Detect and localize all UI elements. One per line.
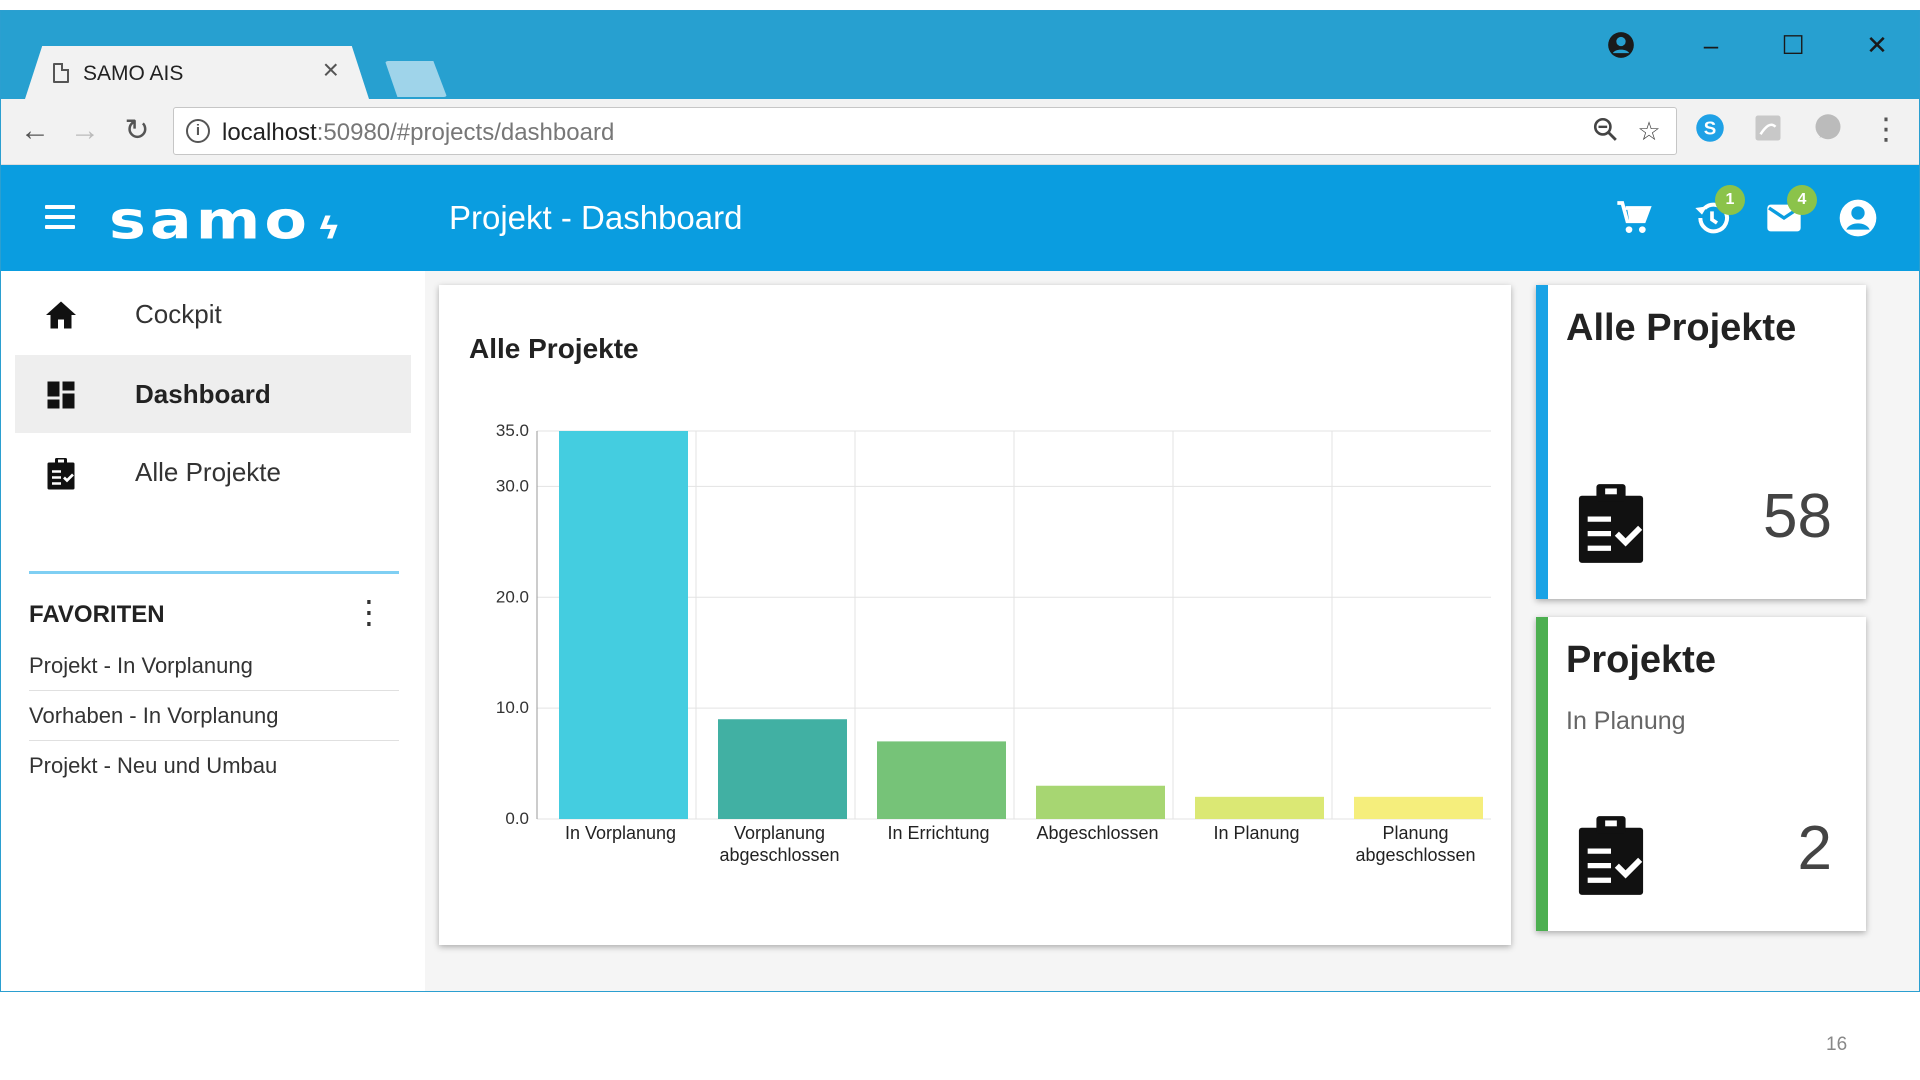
- cart-icon[interactable]: [1611, 195, 1657, 241]
- y-tick-label: 35.0: [496, 421, 529, 440]
- clipboard-icon: [1576, 813, 1646, 895]
- favorite-item[interactable]: Projekt - Neu und Umbau: [29, 741, 399, 791]
- sidebar-item-cockpit[interactable]: Cockpit: [15, 275, 411, 353]
- maximize-button[interactable]: ☐: [1765, 25, 1821, 65]
- card-subtitle: In Planung: [1566, 707, 1686, 735]
- sidebar-item-label: Alle Projekte: [135, 457, 281, 487]
- svg-text:S: S: [1704, 117, 1717, 138]
- logo-text: samo: [109, 189, 311, 252]
- x-category-label: abgeschlossen: [1355, 845, 1475, 865]
- favorites-title: FAVORITEN: [29, 601, 165, 628]
- info-icon[interactable]: i: [186, 119, 210, 143]
- clipboard-icon: [43, 455, 79, 491]
- y-tick-label: 20.0: [496, 587, 529, 606]
- favorite-item[interactable]: Vorhaben - In Vorplanung: [29, 691, 399, 741]
- x-category-label: In Vorplanung: [565, 823, 676, 843]
- chart-bar: [1195, 796, 1324, 819]
- document-icon: [53, 63, 69, 83]
- sidebar-item-label: Dashboard: [135, 379, 271, 409]
- history-badge: 1: [1715, 185, 1745, 215]
- browser-toolbar: ← → ↻ i localhost:50980/#projects/dashbo…: [1, 99, 1919, 165]
- new-tab-button[interactable]: [385, 61, 447, 97]
- browser-window: SAMO AIS × – ☐ ✕ ← → ↻ i localhost:50980…: [0, 10, 1920, 992]
- page-title: Projekt - Dashboard: [449, 199, 743, 236]
- mail-badge: 4: [1787, 185, 1817, 215]
- x-category-label: In Errichtung: [887, 823, 989, 843]
- star-icon[interactable]: ☆: [1634, 116, 1664, 147]
- zoom-icon[interactable]: [1590, 116, 1620, 149]
- card-stripe: [1536, 617, 1548, 931]
- clipboard-icon: [1576, 481, 1646, 563]
- mail-icon[interactable]: 4: [1761, 185, 1817, 241]
- home-icon: [43, 297, 79, 333]
- main-content: Alle Projekte 0.0 10.0 20.0 30.0 35.0 In Vorp…: [425, 271, 1919, 991]
- y-tick-label: 10.0: [496, 698, 529, 717]
- pdf-extension-icon[interactable]: [1751, 113, 1785, 147]
- sidebar: Cockpit Dashboard Alle Projekte FAVORITE…: [1, 271, 425, 991]
- chart-bar: [1036, 785, 1165, 819]
- skype-icon[interactable]: S: [1693, 113, 1727, 147]
- y-tick-label: 0.0: [505, 809, 529, 828]
- browser-titlebar: SAMO AIS × – ☐ ✕: [1, 11, 1919, 99]
- minimize-button[interactable]: –: [1683, 25, 1739, 65]
- chart-bar: [718, 719, 847, 819]
- close-window-button[interactable]: ✕: [1849, 25, 1905, 65]
- bar-chart: 0.0 10.0 20.0 30.0 35.0 In Vorplanung Vorplanu…: [496, 421, 1491, 865]
- x-category-label: Abgeschlossen: [1036, 823, 1158, 843]
- x-category-label: In Planung: [1213, 823, 1299, 843]
- logo-bolt-icon: ϟ: [316, 211, 345, 247]
- url-text[interactable]: localhost:50980/#projects/dashboard: [222, 119, 614, 147]
- sidebar-item-label: Cockpit: [135, 299, 222, 329]
- chart-card: Alle Projekte 0.0 10.0 20.0 30.0 35.0 In Vorp…: [439, 285, 1511, 945]
- card-value: 58: [1763, 482, 1832, 551]
- url-host: localhost: [222, 119, 317, 146]
- chart-bar: [559, 431, 688, 819]
- dashboard-icon: [43, 377, 79, 413]
- screenshot-root: SAMO AIS × – ☐ ✕ ← → ↻ i localhost:50980…: [0, 0, 1920, 1080]
- card-stripe: [1536, 285, 1548, 599]
- tab-title: SAMO AIS: [83, 62, 184, 85]
- forward-arrow-icon[interactable]: →: [65, 111, 105, 151]
- chat-extension-icon[interactable]: [1811, 113, 1845, 147]
- x-category-label: abgeschlossen: [719, 845, 839, 865]
- chart-bar: [877, 741, 1006, 819]
- stat-card-projekte-in-planung[interactable]: Projekte In Planung 2: [1536, 617, 1866, 931]
- browser-tab[interactable]: SAMO AIS ×: [25, 46, 369, 99]
- favorite-item[interactable]: Projekt - In Vorplanung: [29, 641, 399, 691]
- sidebar-item-alle-projekte[interactable]: Alle Projekte: [15, 433, 411, 511]
- url-path: :50980/#projects/dashboard: [316, 119, 615, 146]
- back-arrow-icon[interactable]: ←: [15, 111, 55, 151]
- card-title: Alle Projekte: [1566, 307, 1797, 349]
- history-icon[interactable]: 1: [1689, 185, 1745, 241]
- y-tick-label: 30.0: [496, 476, 529, 495]
- x-category-label: Planung: [1382, 823, 1448, 843]
- stat-card-alle-projekte[interactable]: Alle Projekte 58: [1536, 285, 1866, 599]
- reload-icon[interactable]: ↻: [117, 111, 157, 151]
- card-title: Projekte: [1566, 639, 1716, 681]
- profile-icon[interactable]: [1593, 25, 1649, 65]
- app-header: samo ϟ Projekt - Dashboard 1 4: [1, 165, 1919, 271]
- hamburger-menu-icon[interactable]: [45, 205, 75, 229]
- sidebar-item-dashboard[interactable]: Dashboard: [15, 355, 411, 433]
- samo-logo: samo ϟ: [109, 194, 345, 251]
- account-icon[interactable]: [1835, 195, 1881, 241]
- tab-close-button[interactable]: ×: [323, 56, 339, 84]
- x-category-label: Vorplanung: [734, 823, 825, 843]
- favorites-divider: [29, 571, 399, 574]
- card-value: 2: [1797, 814, 1832, 883]
- favorites-more-icon[interactable]: ⋮: [353, 593, 385, 631]
- browser-menu-icon[interactable]: ⋮: [1869, 113, 1903, 147]
- chart-bar: [1354, 796, 1483, 819]
- address-bar[interactable]: i localhost:50980/#projects/dashboard ☆: [173, 107, 1677, 155]
- page-number: 16: [1826, 1034, 1848, 1055]
